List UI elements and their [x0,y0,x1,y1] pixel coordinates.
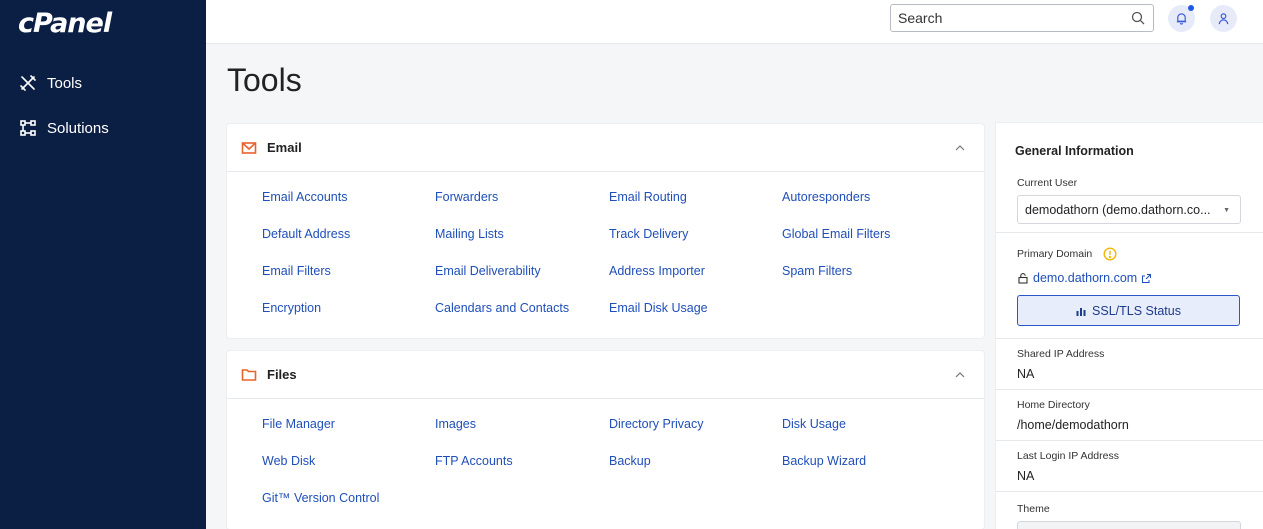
link-backup[interactable]: Backup [609,454,651,468]
divider [996,232,1263,233]
link-disk-usage[interactable]: Disk Usage [782,417,846,431]
files-section-header[interactable]: Files [227,351,984,399]
lock-icon [1018,273,1028,284]
last-login-ip-value: NA [1017,469,1035,483]
link-email-routing[interactable]: Email Routing [609,190,687,204]
warning-icon[interactable] [1103,247,1117,261]
last-login-ip-label: Last Login IP Address [1017,450,1119,462]
link-mailing-lists[interactable]: Mailing Lists [435,227,504,241]
link-directory-privacy[interactable]: Directory Privacy [609,417,703,431]
primary-domain-label: Primary Domain [1017,248,1093,260]
envelope-icon [241,141,257,154]
files-section: Files File Manager Images Directory Priv… [227,351,984,529]
notifications-button[interactable] [1168,5,1195,32]
shared-ip-label: Shared IP Address [1017,348,1105,360]
link-email-disk-usage[interactable]: Email Disk Usage [609,301,708,315]
bell-icon [1176,13,1187,25]
chevron-up-icon[interactable] [954,370,966,380]
divider [996,491,1263,492]
link-ftp-accounts[interactable]: FTP Accounts [435,454,513,468]
email-section: Email Email Accounts Forwarders Email Ro… [227,124,984,338]
link-track-delivery[interactable]: Track Delivery [609,227,688,241]
link-forwarders[interactable]: Forwarders [435,190,498,204]
home-directory-value: /home/demodathorn [1017,418,1129,432]
caret-down-icon: ▼ [1223,207,1230,214]
current-user-value: demodathorn (demo.dathorn.co... [1025,203,1211,217]
search-box[interactable] [890,4,1154,32]
folder-icon [241,368,257,381]
current-user-label: Current User [1017,177,1078,189]
shared-ip-value: NA [1017,367,1035,381]
sidebar: cPanel Tools Solutions [0,0,206,529]
link-default-address[interactable]: Default Address [262,227,350,241]
top-bar [206,0,1263,44]
theme-select[interactable] [1017,521,1241,529]
section-title: Email [267,140,302,155]
sidebar-item-tools[interactable]: Tools [19,74,82,92]
cpanel-logo[interactable]: cPanel [18,8,112,39]
link-encryption[interactable]: Encryption [262,301,321,315]
sidebar-item-label: Solutions [47,119,109,137]
link-address-importer[interactable]: Address Importer [609,264,705,278]
link-backup-wizard[interactable]: Backup Wizard [782,454,866,468]
link-git-version-control[interactable]: Git™ Version Control [262,491,379,505]
divider [996,338,1263,339]
divider [996,440,1263,441]
link-calendars-and-contacts[interactable]: Calendars and Contacts [435,301,569,315]
primary-domain-link[interactable]: demo.dathorn.com [1017,271,1152,285]
search-icon[interactable] [1131,11,1145,25]
tools-icon [20,75,36,91]
user-icon [1218,13,1229,25]
email-section-header[interactable]: Email [227,124,984,172]
external-link-icon [1142,273,1152,283]
link-file-manager[interactable]: File Manager [262,417,335,431]
ssl-tls-status-button[interactable]: SSL/TLS Status [1017,295,1240,326]
panel-title: General Information [1015,144,1134,158]
chevron-up-icon[interactable] [954,143,966,153]
page-title: Tools [227,62,302,98]
link-email-accounts[interactable]: Email Accounts [262,190,347,204]
user-menu-button[interactable] [1210,5,1237,32]
search-input[interactable] [891,5,1121,31]
link-spam-filters[interactable]: Spam Filters [782,264,852,278]
primary-domain-value: demo.dathorn.com [1033,271,1138,285]
notification-dot [1188,5,1194,11]
link-autoresponders[interactable]: Autoresponders [782,190,870,204]
current-user-select[interactable]: demodathorn (demo.dathorn.co... ▼ [1017,195,1241,224]
general-information-panel: General Information Current User demodat… [996,123,1263,529]
theme-label: Theme [1017,503,1050,515]
section-title: Files [267,367,297,382]
button-label: SSL/TLS Status [1092,303,1181,318]
sidebar-item-solutions[interactable]: Solutions [19,119,109,137]
solutions-icon [20,120,36,136]
home-directory-label: Home Directory [1017,399,1090,411]
link-email-filters[interactable]: Email Filters [262,264,331,278]
link-email-deliverability[interactable]: Email Deliverability [435,264,541,278]
bar-chart-icon [1076,307,1086,316]
divider [996,389,1263,390]
link-images[interactable]: Images [435,417,476,431]
link-web-disk[interactable]: Web Disk [262,454,315,468]
sidebar-item-label: Tools [47,74,83,92]
link-global-email-filters[interactable]: Global Email Filters [782,227,890,241]
